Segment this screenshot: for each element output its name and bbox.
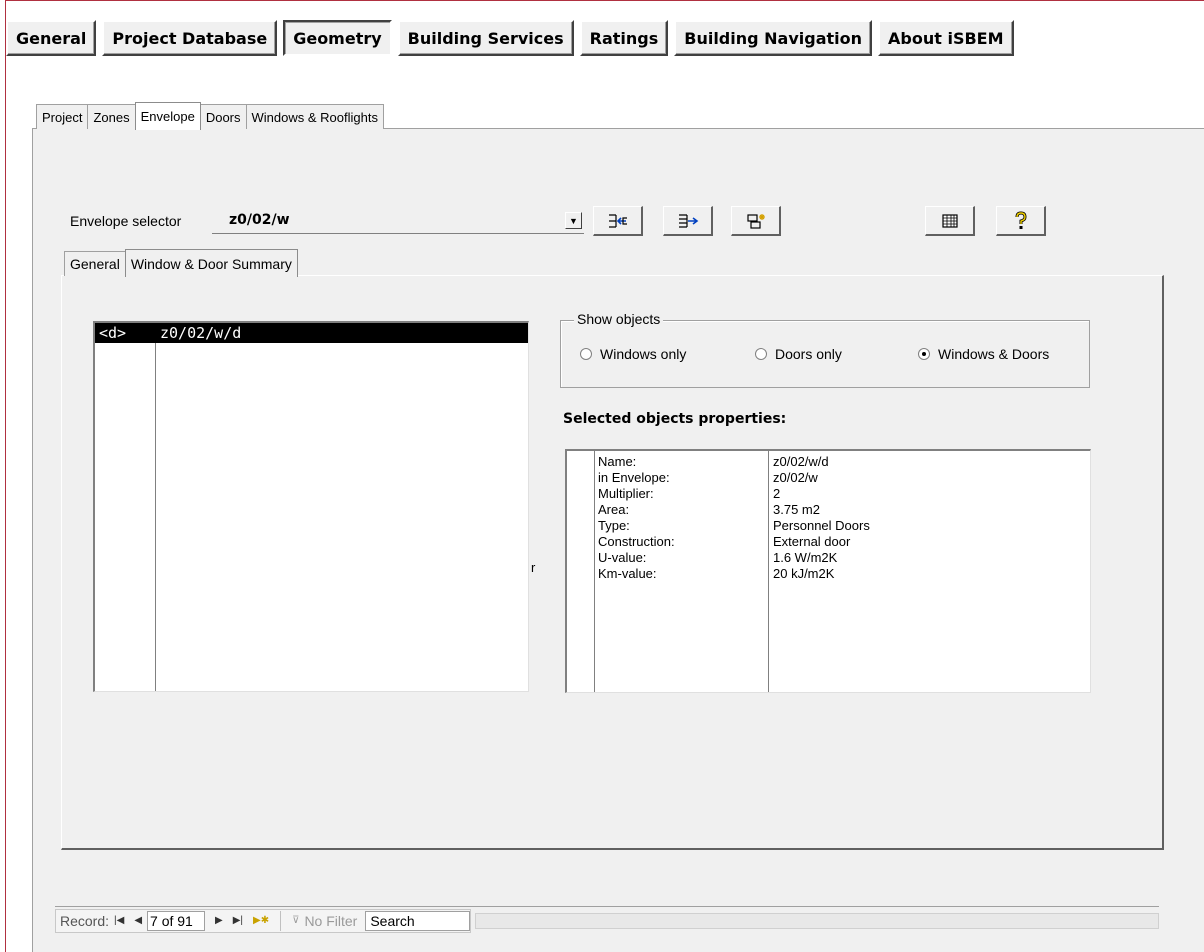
- selected-props-title: Selected objects properties:: [563, 411, 787, 427]
- tab-windows-rooflights[interactable]: Windows & Rooflights: [245, 104, 384, 129]
- record-label: Record:: [60, 912, 110, 929]
- stray-text: r: [531, 560, 536, 575]
- objects-list[interactable]: <d> z0/02/w/d: [93, 321, 529, 692]
- prop-key: in Envelope:: [598, 470, 670, 485]
- table-button[interactable]: [925, 206, 975, 236]
- last-record-icon[interactable]: ▶|: [233, 915, 243, 926]
- geometry-tabs: Project Zones Envelope Doors Windows & R…: [36, 102, 384, 130]
- help-icon: [1015, 210, 1027, 229]
- prop-key: Type:: [598, 518, 630, 533]
- menu-geometry-button[interactable]: Geometry: [283, 20, 392, 56]
- prop-key: Area:: [598, 502, 630, 517]
- tab-zones[interactable]: Zones: [87, 104, 136, 129]
- prop-value: z0/02/w/d: [773, 454, 829, 469]
- first-record-icon[interactable]: |◀: [114, 915, 124, 926]
- radio-doors-only[interactable]: Doors only: [755, 346, 842, 362]
- nav-divider: [280, 910, 282, 931]
- show-objects-title: Show objects: [574, 311, 664, 327]
- help-button[interactable]: [996, 206, 1046, 236]
- radio-off-icon: [755, 348, 767, 360]
- menu-ratings-button[interactable]: Ratings: [579, 20, 669, 56]
- prop-value: 1.6 W/m2K: [773, 550, 838, 565]
- prop-row: Type: Personnel Doors: [567, 518, 1090, 535]
- menu-project-database-button[interactable]: Project Database: [102, 20, 278, 56]
- search-input[interactable]: Search: [365, 910, 471, 931]
- record-position-field[interactable]: 7 of 91: [147, 910, 206, 931]
- radio-on-icon: [918, 348, 930, 360]
- new-record-nav-icon[interactable]: ▶✱: [253, 915, 269, 926]
- tab-window-door-summary[interactable]: Window & Door Summary: [124, 249, 298, 277]
- selected-props-box: Name: z0/02/w/d in Envelope: z0/02/w Multi…: [565, 449, 1091, 693]
- record-navigation-bar: Record: |◀ ◀ 7 of 91 ▶ ▶| ▶✱ ⊽ No Filter…: [55, 906, 1159, 934]
- chevron-down-icon[interactable]: ▼: [565, 212, 582, 229]
- window-border-left: [0, 0, 6, 952]
- radio-windows-only-label: Windows only: [600, 346, 687, 362]
- horizontal-scrollbar[interactable]: [475, 912, 1159, 929]
- prop-value: 20 kJ/m2K: [773, 566, 835, 581]
- prop-row: in Envelope: z0/02/w: [567, 470, 1090, 487]
- move-right-button[interactable]: [663, 206, 713, 236]
- menu-general-button[interactable]: General: [6, 20, 97, 56]
- prop-value: External door: [773, 534, 851, 549]
- prop-value: z0/02/w: [773, 470, 818, 485]
- prop-value: 2: [773, 486, 781, 501]
- prop-row: Name: z0/02/w/d: [567, 454, 1090, 471]
- radio-windows-doors[interactable]: Windows & Doors: [918, 346, 1049, 362]
- prop-key: Construction:: [598, 534, 675, 549]
- prop-key: Multiplier:: [598, 486, 654, 501]
- prop-value: 3.75 m2: [773, 502, 820, 517]
- radio-off-icon: [580, 348, 592, 360]
- envelope-selector-label: Envelope selector: [70, 213, 182, 229]
- envelope-subtabs: General Window & Door Summary: [64, 248, 298, 277]
- record-navigator: Record: |◀ ◀ 7 of 91 ▶ ▶| ▶✱ ⊽ No Filter…: [55, 908, 472, 933]
- envelope-selector-value: z0/02/w: [229, 212, 290, 228]
- tab-doors[interactable]: Doors: [199, 104, 247, 129]
- main-menu: General Project Database Geometry Buildi…: [6, 20, 1020, 56]
- prop-key: Km-value:: [598, 566, 657, 581]
- prop-row: U-value: 1.6 W/m2K: [567, 550, 1090, 567]
- radio-doors-only-label: Doors only: [775, 346, 842, 362]
- move-right-icon: [678, 213, 698, 228]
- list-item-type: <d>: [99, 324, 127, 342]
- list-item-name: z0/02/w/d: [160, 324, 242, 342]
- move-left-icon: [608, 213, 627, 228]
- radio-windows-doors-label: Windows & Doors: [938, 346, 1050, 362]
- window-border-top: [0, 0, 1204, 1]
- prop-key: Name:: [598, 454, 637, 469]
- filter-icon: ⊽: [292, 915, 300, 926]
- list-item[interactable]: <d> z0/02/w/d: [95, 323, 528, 343]
- tab-general[interactable]: General: [64, 251, 126, 276]
- move-left-button[interactable]: [593, 206, 643, 236]
- next-record-icon[interactable]: ▶: [215, 915, 223, 926]
- menu-building-navigation-button[interactable]: Building Navigation: [674, 20, 873, 56]
- envelope-selector-combo[interactable]: z0/02/w ▼: [212, 208, 584, 234]
- previous-record-icon[interactable]: ◀: [134, 915, 142, 926]
- tab-project[interactable]: Project: [36, 104, 89, 129]
- prop-row: Multiplier: 2: [567, 486, 1090, 503]
- tab-envelope[interactable]: Envelope: [134, 102, 201, 130]
- table-icon: [941, 213, 958, 228]
- new-record-button[interactable]: [731, 206, 781, 236]
- menu-about-isbem-button[interactable]: About iSBEM: [878, 20, 1014, 56]
- prop-row: Construction: External door: [567, 534, 1090, 551]
- radio-windows-only[interactable]: Windows only: [580, 346, 686, 362]
- prop-row: Km-value: 20 kJ/m2K: [567, 566, 1090, 583]
- prop-row: Area: 3.75 m2: [567, 502, 1090, 519]
- no-filter-button[interactable]: No Filter: [304, 913, 357, 929]
- prop-key: U-value:: [598, 550, 647, 565]
- new-record-icon: [746, 213, 765, 229]
- menu-building-services-button[interactable]: Building Services: [397, 20, 574, 56]
- prop-value: Personnel Doors: [773, 518, 870, 533]
- list-column-divider: [155, 323, 156, 691]
